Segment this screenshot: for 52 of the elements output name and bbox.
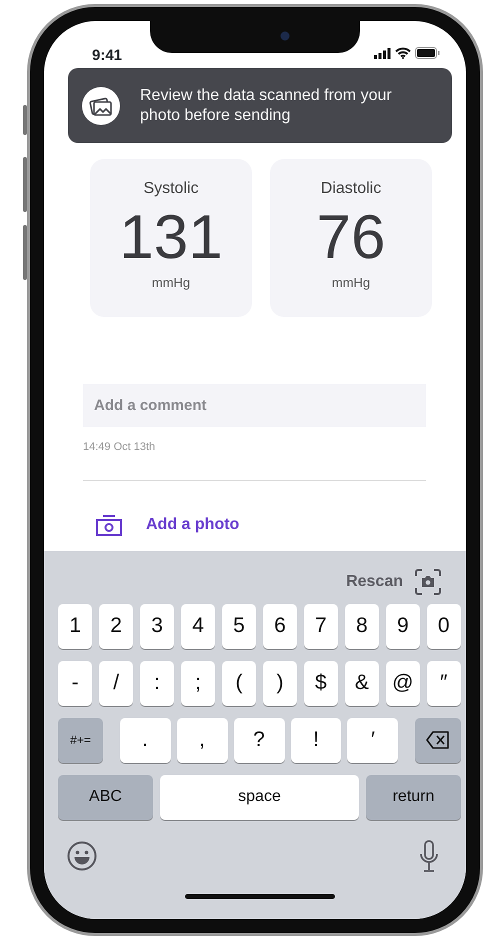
keyboard-key[interactable]: return (366, 774, 461, 820)
key[interactable]: @ (386, 660, 420, 706)
reading-value: 131 (119, 205, 223, 271)
emoji-icon (67, 840, 97, 870)
toast-message: Review the data scanned from your photo before sending (140, 86, 393, 126)
delete-key[interactable] (415, 718, 461, 762)
camera-icon (96, 514, 122, 536)
key[interactable]: - (58, 660, 92, 706)
reading-unit: mmHg (152, 274, 190, 292)
space-key[interactable]: space (160, 774, 360, 820)
key[interactable]: / (98, 660, 134, 706)
key[interactable]: ? (234, 718, 284, 762)
key[interactable]: 8 (344, 604, 380, 648)
key[interactable]: ; (180, 660, 216, 706)
backspace-icon (426, 731, 450, 749)
key[interactable]: : (140, 660, 174, 706)
symbols-key[interactable]: #+= (58, 718, 103, 762)
key[interactable]: 7 (304, 604, 338, 648)
key[interactable]: 2 (98, 604, 134, 648)
key[interactable]: 4 (180, 604, 216, 648)
key[interactable]: 3 (140, 604, 174, 648)
keyboard-key[interactable]: ABC (58, 774, 153, 820)
key[interactable]: . (120, 718, 171, 762)
key[interactable]: 0 (426, 604, 461, 648)
key[interactable]: 6 (262, 604, 298, 648)
key[interactable]: 9 (386, 604, 420, 648)
key[interactable]: ) (262, 660, 298, 706)
comment-field[interactable]: Add a comment (83, 384, 426, 427)
signal-icon (374, 48, 391, 58)
camera-lens-icon (280, 31, 290, 41)
key[interactable]: ! (290, 718, 342, 762)
reading-unit: mmHg (332, 274, 370, 292)
add-photo-button[interactable]: Add a photo (96, 512, 466, 536)
microphone-icon (419, 840, 439, 872)
status-time: 9:41 (92, 47, 122, 65)
key[interactable]: $ (304, 660, 338, 706)
reading-label: Systolic (143, 179, 199, 199)
wifi-icon (395, 47, 411, 59)
reading-label: Diastolic (320, 179, 382, 199)
key[interactable]: & (344, 660, 380, 706)
key[interactable]: 5 (222, 604, 256, 648)
reading-value: 76 (316, 205, 386, 271)
timestamp: 14:49 Oct 13th (83, 440, 156, 455)
battery-icon (415, 47, 440, 59)
key[interactable]: ′ (347, 718, 398, 762)
key[interactable]: ( (222, 660, 256, 706)
camera-scan-icon (415, 569, 441, 595)
photos-icon (82, 86, 120, 124)
key[interactable]: 1 (58, 604, 92, 648)
key[interactable]: , (176, 718, 228, 762)
rescan-button[interactable]: Rescan (346, 570, 403, 594)
key[interactable]: ″ (426, 660, 461, 706)
